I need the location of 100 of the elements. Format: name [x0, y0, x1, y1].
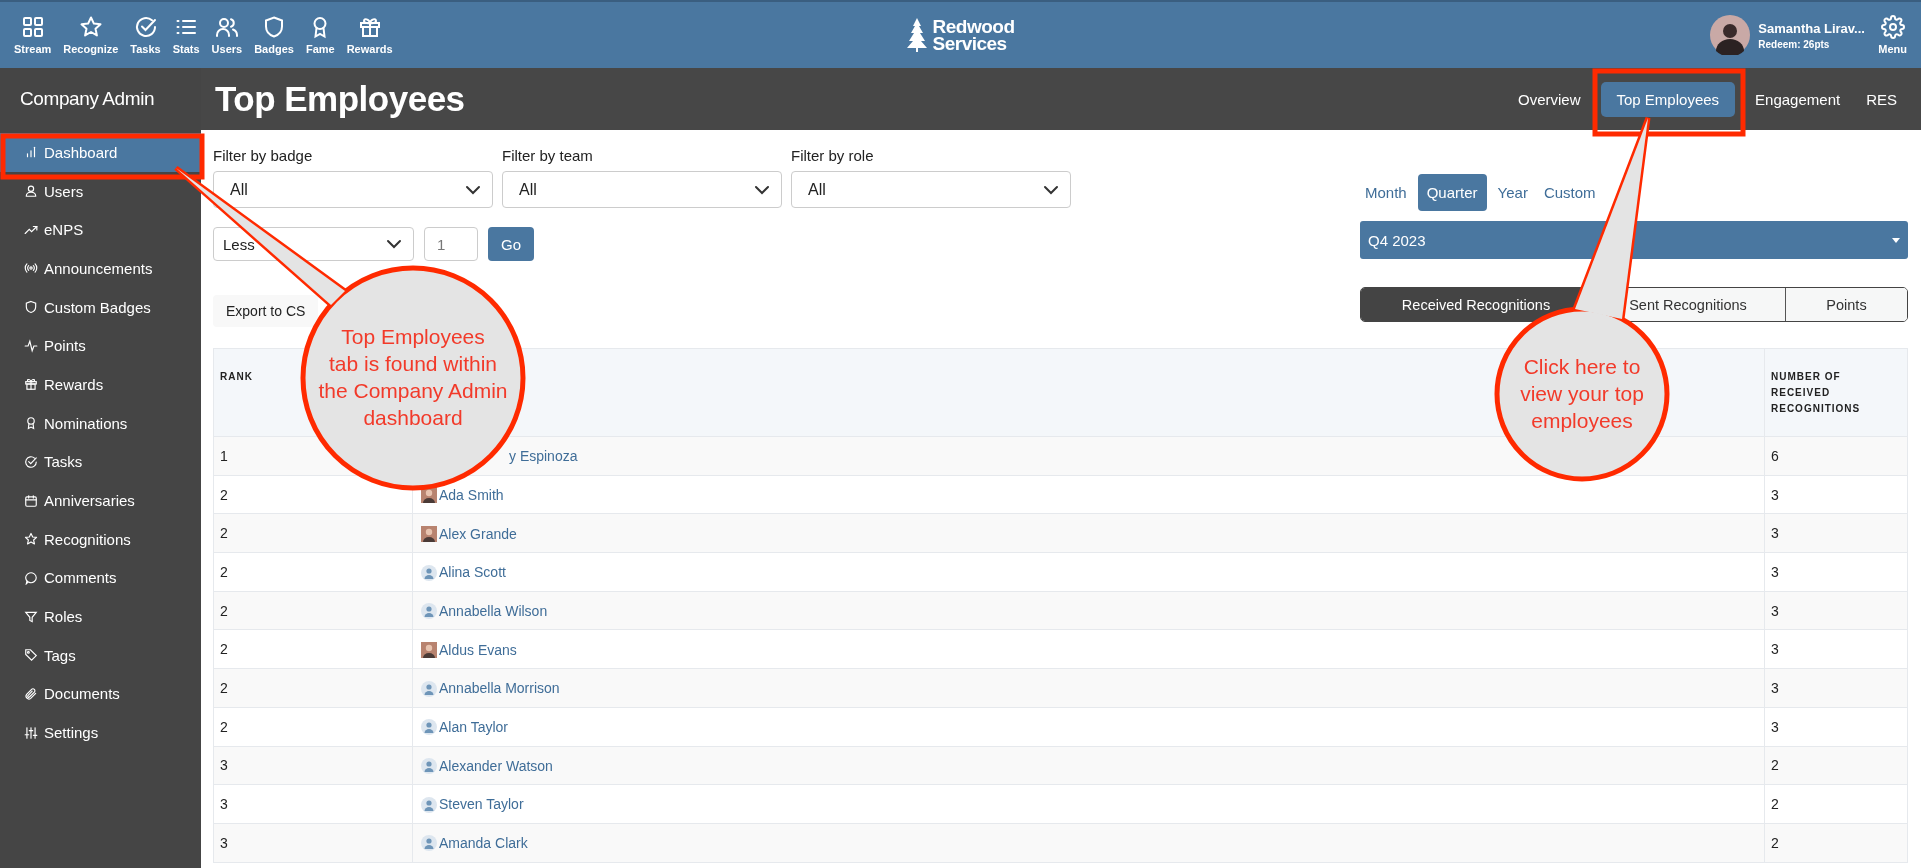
table-cell: 6 [1764, 436, 1908, 476]
logo-text: Redwood Services [932, 18, 1015, 52]
table-cell: 3 [213, 746, 413, 785]
employee-link[interactable]: Alina Scott [439, 564, 506, 581]
callout-text: Top Employees tab is found within the Company Admin dashboard [317, 324, 509, 431]
employee-link[interactable]: y Espinoza [509, 448, 578, 465]
filter-select[interactable]: All [213, 171, 493, 208]
employee-link[interactable]: Alan Taylor [439, 719, 508, 736]
export-button[interactable]: Export to CS [213, 295, 319, 327]
sidebar-item[interactable]: eNPS [0, 210, 201, 250]
sidebar-item[interactable]: Tags [0, 635, 201, 675]
table-cell: 3 [213, 823, 413, 863]
amount-field[interactable]: 1 [424, 227, 478, 261]
table-cell: 2 [1764, 746, 1908, 785]
table-cell: 2 [1764, 823, 1908, 863]
calendar-icon [24, 493, 38, 508]
table-cell: 2 [213, 513, 413, 553]
avatar-icon [421, 719, 437, 736]
table-cell: 2 [213, 707, 413, 746]
bar-chart-icon [24, 145, 38, 160]
sidebar-item[interactable]: Recognitions [0, 519, 201, 559]
page-tab[interactable]: Top Employees [1600, 81, 1736, 117]
table-cell: 2 [213, 591, 413, 630]
sidebar-item[interactable]: Roles [0, 597, 201, 636]
employee-link[interactable]: Annabella Morrison [439, 680, 560, 697]
nav-item[interactable]: Badges [250, 15, 298, 55]
nav-item[interactable]: Rewards [342, 15, 397, 55]
chevron-down-icon [387, 240, 401, 248]
users-icon [214, 15, 239, 39]
period-tab[interactable]: Month [1360, 174, 1412, 211]
sidebar-item[interactable]: Settings [0, 713, 201, 752]
sidebar-item[interactable]: Comments [0, 558, 201, 598]
check-circle-icon [24, 454, 38, 469]
table-cell: 3 [1764, 552, 1908, 592]
filter-select[interactable]: All [791, 171, 1071, 208]
paperclip-icon [24, 686, 38, 701]
chevron-down-icon [755, 185, 769, 194]
filter-label: Filter by badge [213, 146, 314, 164]
user-icon [24, 184, 38, 199]
points-balance: Redeem: 26pts [1758, 38, 1831, 50]
speech-bubble-icon [24, 570, 38, 585]
employee-link[interactable]: Alexander Watson [439, 758, 553, 774]
sidebar-item[interactable]: Nominations [0, 403, 201, 443]
employee-link[interactable]: Annabella Wilson [439, 603, 548, 620]
nav-item[interactable]: Recognize [59, 15, 123, 55]
employee-link[interactable]: Amanda Clark [439, 835, 528, 852]
sidebar-item[interactable]: Points [0, 326, 201, 366]
metric-tab[interactable]: Points [1786, 288, 1907, 321]
page-title: Top Employees [215, 79, 466, 119]
sidebar-item[interactable]: Documents [0, 674, 201, 714]
nav-item[interactable]: Tasks [126, 15, 165, 55]
page-tab[interactable]: RES [1856, 81, 1907, 117]
sidebar-item[interactable]: Anniversaries [0, 481, 201, 520]
filter-label: Filter by role [791, 146, 875, 164]
table-cell: 2 [213, 552, 413, 592]
table-cell: 3 [1764, 591, 1908, 630]
page-tab[interactable]: Engagement [1745, 81, 1851, 117]
broadcast-icon [24, 261, 38, 276]
shield-icon [24, 300, 38, 315]
table-cell: 2 [213, 668, 413, 708]
employee-link[interactable]: Alex Grande [439, 525, 517, 542]
caret-icon [1892, 237, 1900, 243]
page-tab[interactable]: Overview [1508, 81, 1591, 117]
sidebar-item[interactable]: Users [0, 171, 201, 211]
avatar-icon [421, 564, 437, 581]
sidebar-title: Company Admin [19, 87, 156, 111]
sidebar-item[interactable]: Custom Badges [0, 287, 201, 327]
employee-link[interactable]: Steven Taylor [439, 796, 524, 813]
period-tab[interactable]: Quarter [1417, 174, 1487, 211]
table-cell: 3 [1764, 707, 1908, 746]
period-tab[interactable]: Custom [1538, 174, 1601, 211]
period-select[interactable]: Q4 2023 [1360, 221, 1908, 259]
avatar-icon [421, 603, 437, 620]
employee-link[interactable]: Ada Smith [439, 487, 504, 504]
user-avatar[interactable] [1710, 15, 1751, 55]
table-cell: 3 [1764, 629, 1908, 669]
menu-button[interactable]: Menu [1878, 15, 1911, 55]
employee-link[interactable]: Aldus Evans [439, 641, 517, 658]
gift-icon [357, 15, 382, 39]
sidebar-item[interactable]: Rewards [0, 365, 201, 404]
chevron-down-icon [1044, 185, 1058, 194]
nav-item[interactable]: Fame [301, 15, 339, 55]
period-tab[interactable]: Year [1492, 174, 1533, 211]
nav-item[interactable]: Stats [168, 15, 204, 55]
nav-item[interactable]: Stream [10, 15, 56, 55]
tree-icon [906, 18, 927, 52]
sidebar-item[interactable]: Announcements [0, 249, 201, 288]
tag-icon [24, 648, 38, 663]
avatar-icon [421, 835, 437, 852]
filter-select[interactable]: All [502, 171, 782, 208]
sidebar-item[interactable]: Tasks [0, 442, 201, 482]
filter-icon [24, 609, 38, 624]
nav-item[interactable]: Users [207, 15, 247, 55]
callout-text: Click here to view your top employees [1519, 354, 1645, 434]
table-cell: 3 [1764, 475, 1908, 514]
go-button[interactable]: Go [488, 227, 534, 261]
table-cell: 2 [1764, 784, 1908, 824]
table-cell: 3 [1764, 668, 1908, 708]
user-name: Samantha Lirav... [1758, 20, 1866, 36]
avatar-icon [421, 758, 437, 774]
